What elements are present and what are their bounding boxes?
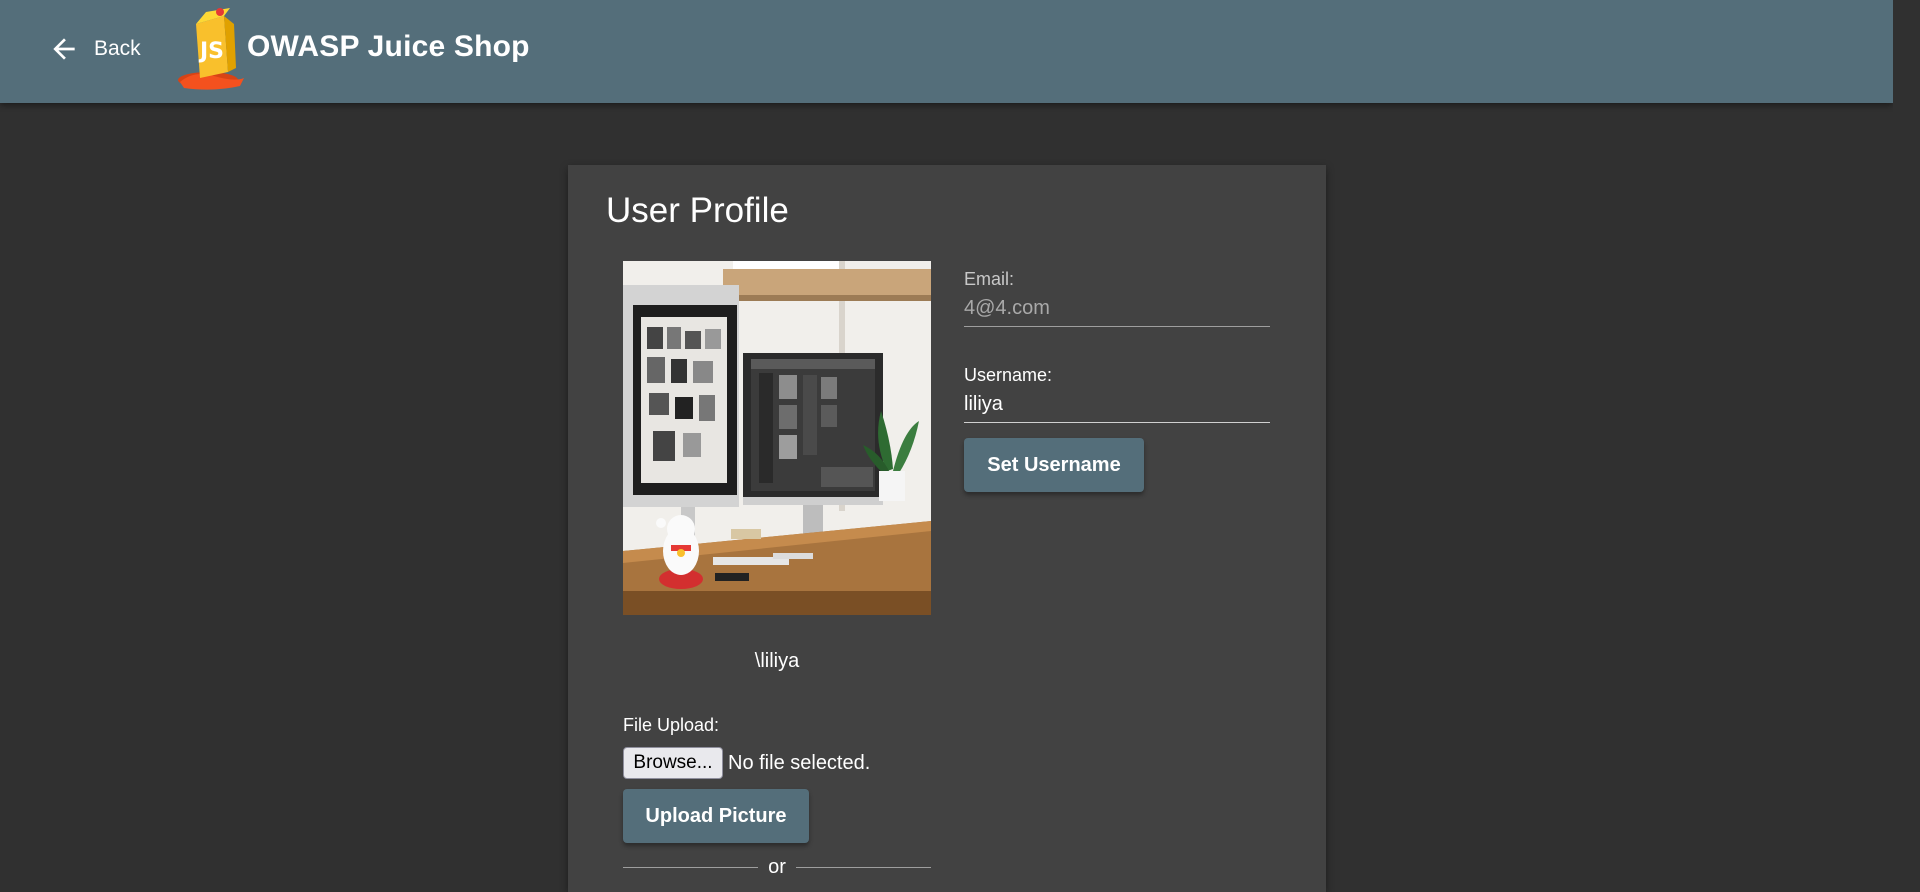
email-field: 4@4.com [964, 297, 1270, 327]
juice-shop-logo[interactable]: JS [174, 6, 250, 90]
or-label: or [768, 855, 786, 878]
top-toolbar: Back JS OWASP Juice Shop [0, 0, 1893, 103]
email-label: Email: [964, 269, 1015, 289]
username-input[interactable]: liliya [964, 393, 1270, 423]
back-button[interactable]: Back [38, 26, 156, 72]
back-button-label: Back [94, 37, 141, 60]
set-username-button[interactable]: Set Username [964, 438, 1144, 492]
browse-button[interactable]: Browse... [623, 747, 723, 779]
user-profile-card: User Profile \liliya File Upload: Browse… [568, 165, 1326, 892]
or-divider: or [623, 855, 932, 879]
profile-picture [623, 261, 931, 615]
profile-display-name: \liliya [754, 650, 800, 672]
file-status-text: No file selected. [728, 752, 871, 774]
divider-line-right [795, 866, 932, 868]
file-upload-label: File Upload: [623, 715, 720, 735]
page-gutter [1893, 0, 1920, 892]
logo-text: JS [198, 39, 224, 64]
username-label: Username: [964, 365, 1053, 385]
app-title[interactable]: OWASP Juice Shop [247, 30, 530, 64]
upload-picture-button[interactable]: Upload Picture [623, 789, 809, 843]
divider-line-left [623, 866, 759, 868]
page-title: User Profile [606, 191, 789, 230]
arrow-back-icon [53, 38, 75, 60]
